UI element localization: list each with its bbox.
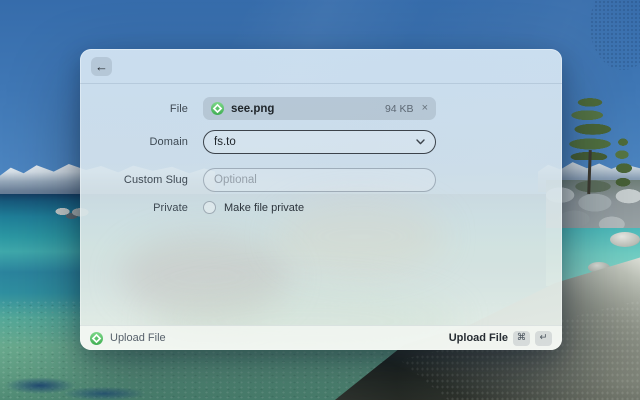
- domain-row: Domain fs.to: [80, 130, 562, 154]
- remove-file-icon[interactable]: ×: [422, 103, 428, 114]
- file-chip[interactable]: see.png 94 KB ×: [203, 97, 436, 120]
- file-label: File: [80, 103, 188, 115]
- file-name: see.png: [231, 103, 274, 115]
- custom-slug-label: Custom Slug: [80, 174, 188, 186]
- upload-form: File see.png: [80, 84, 562, 214]
- wallpaper-pine-tree-small: [610, 138, 636, 190]
- upload-service-icon: [90, 332, 103, 345]
- private-checkbox-label[interactable]: Make file private: [224, 202, 304, 214]
- private-toggle-group: Make file private: [203, 201, 436, 214]
- back-button[interactable]: ←: [91, 57, 112, 76]
- dialog-footer: Upload File Upload File ⌘ ↵: [80, 325, 562, 350]
- custom-slug-input[interactable]: [203, 168, 436, 192]
- upload-file-button[interactable]: Upload File ⌘ ↵: [449, 331, 552, 346]
- upload-service-icon: [211, 102, 224, 115]
- upload-file-button-label: Upload File: [449, 332, 508, 344]
- private-row: Private Make file private: [80, 201, 562, 214]
- return-key-icon: ↵: [535, 331, 552, 346]
- wallpaper-water-patches: [0, 368, 160, 400]
- domain-value: fs.to: [214, 136, 236, 148]
- upload-file-dialog: ← File: [80, 49, 562, 350]
- command-name: Upload File: [110, 332, 166, 344]
- custom-slug-row: Custom Slug: [80, 168, 562, 192]
- wallpaper-stone: [610, 232, 640, 247]
- chevron-down-icon: [416, 139, 425, 145]
- command-key-icon: ⌘: [513, 331, 530, 346]
- dialog-header: ←: [80, 49, 562, 84]
- back-arrow-icon: ←: [95, 60, 108, 73]
- private-label: Private: [80, 202, 188, 214]
- desktop: ← File: [0, 0, 640, 400]
- file-size: 94 KB: [385, 103, 414, 115]
- private-checkbox[interactable]: [203, 201, 216, 214]
- domain-label: Domain: [80, 136, 188, 148]
- domain-select[interactable]: fs.to: [203, 130, 436, 154]
- file-row: File see.png: [80, 97, 562, 120]
